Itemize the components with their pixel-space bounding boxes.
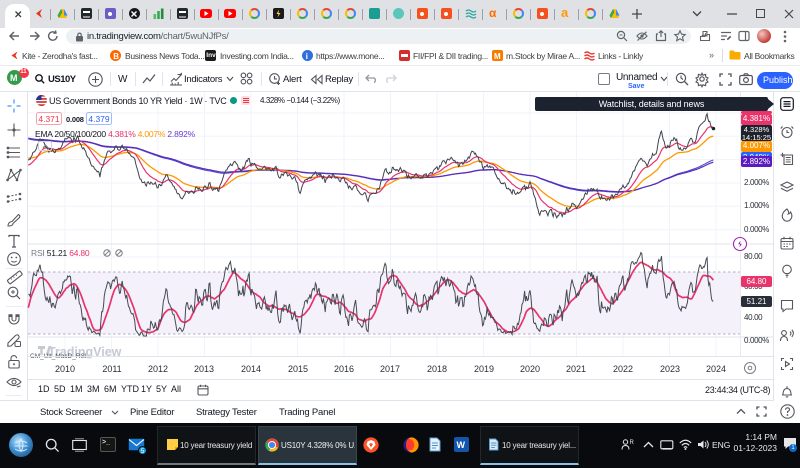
svg-text:R: R xyxy=(630,440,635,446)
